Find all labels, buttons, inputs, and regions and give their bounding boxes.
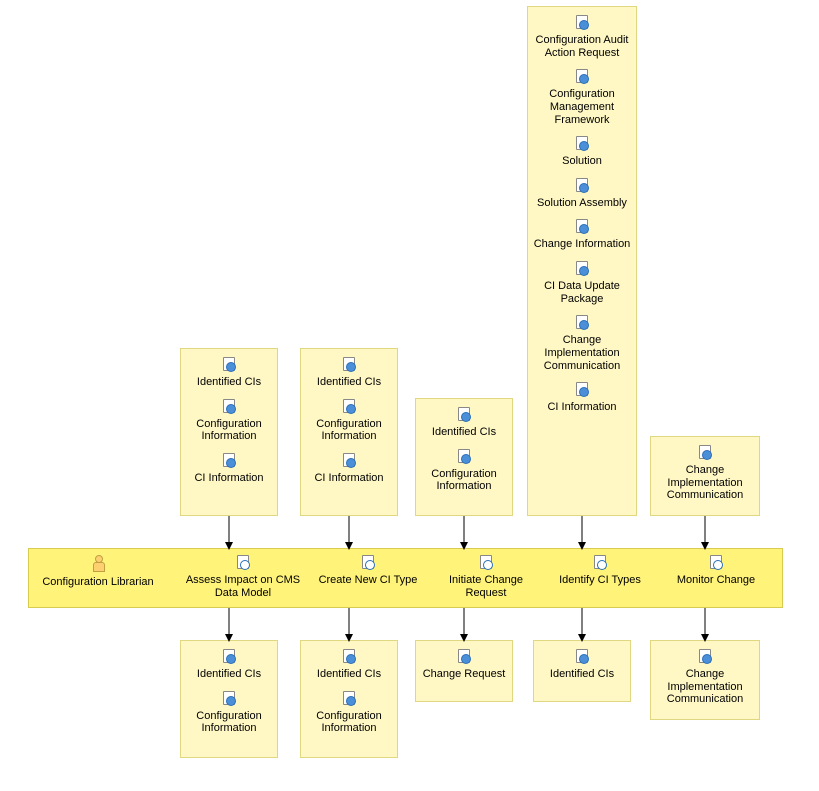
document-icon [576,261,588,275]
actor-cell: Configuration Librarian [33,555,163,589]
artifact: Configuration Information [303,399,395,443]
activity-initiate-change[interactable]: Initiate Change Request [427,555,545,599]
activity-assess[interactable]: Assess Impact on CMS Data Model [184,555,302,599]
output-col3: Change Request [415,640,513,702]
artifact: Identified CIs [418,407,510,439]
document-icon [343,399,355,413]
arrow [344,516,354,552]
activity-icon [480,555,492,569]
artifact: CI Information [530,382,634,414]
activity-icon [237,555,249,569]
artifact: Change Implementation Communication [530,315,634,372]
input-col3: Identified CIs Configuration Information [415,398,513,516]
artifact: CI Data Update Package [530,261,634,305]
document-icon [576,178,588,192]
artifact: Identified CIs [303,357,395,389]
activity-label: Create New CI Type [309,574,427,587]
document-icon [458,449,470,463]
document-icon [223,649,235,663]
document-icon [576,136,588,150]
artifact: Identified CIs [183,649,275,681]
input-col5: Change Implementation Communication [650,436,760,516]
arrow [700,516,710,552]
artifact: Configuration Information [183,691,275,735]
artifact: Change Request [418,649,510,681]
swimlane: Configuration Librarian Assess Impact on… [28,548,783,608]
document-icon [576,315,588,329]
document-icon [699,445,711,459]
document-icon [223,399,235,413]
actor-label: Configuration Librarian [33,576,163,589]
artifact: Solution Assembly [530,178,634,210]
document-icon [343,357,355,371]
document-icon [576,15,588,29]
arrow [577,516,587,552]
artifact: Solution [530,136,634,168]
activity-icon [594,555,606,569]
output-col5: Change Implementation Communication [650,640,760,720]
document-icon [576,219,588,233]
document-icon [223,453,235,467]
artifact: Configuration Information [183,399,275,443]
arrow [224,608,234,644]
arrow [459,608,469,644]
artifact: Configuration Management Framework [530,69,634,126]
document-icon [576,382,588,396]
activity-label: Assess Impact on CMS Data Model [184,574,302,599]
input-col4: Configuration Audit Action Request Confi… [527,6,637,516]
artifact: Identified CIs [303,649,395,681]
artifact: Identified CIs [183,357,275,389]
activity-create-ci-type[interactable]: Create New CI Type [309,555,427,587]
arrow [700,608,710,644]
document-icon [343,453,355,467]
document-icon [343,691,355,705]
arrow [344,608,354,644]
artifact: Configuration Audit Action Request [530,15,634,59]
output-col4: Identified CIs [533,640,631,702]
activity-label: Initiate Change Request [427,574,545,599]
input-col1: Identified CIs Configuration Information… [180,348,278,516]
document-icon [576,69,588,83]
actor-icon [91,555,105,571]
document-icon [223,357,235,371]
artifact: CI Information [183,453,275,485]
document-icon [223,691,235,705]
document-icon [343,649,355,663]
artifact: Configuration Information [418,449,510,493]
artifact: Change Implementation Communication [653,445,757,502]
activity-label: Identify CI Types [541,574,659,587]
activity-monitor-change[interactable]: Monitor Change [657,555,775,587]
arrow [224,516,234,552]
output-col1: Identified CIs Configuration Information [180,640,278,758]
output-col2: Identified CIs Configuration Information [300,640,398,758]
activity-icon [362,555,374,569]
document-icon [699,649,711,663]
input-col2: Identified CIs Configuration Information… [300,348,398,516]
artifact: CI Information [303,453,395,485]
artifact: Change Implementation Communication [653,649,757,706]
artifact: Change Information [530,219,634,251]
artifact: Identified CIs [536,649,628,681]
activity-icon [710,555,722,569]
artifact: Configuration Information [303,691,395,735]
document-icon [458,649,470,663]
activity-label: Monitor Change [657,574,775,587]
document-icon [458,407,470,421]
activity-identify-ci-types[interactable]: Identify CI Types [541,555,659,587]
document-icon [576,649,588,663]
arrow [577,608,587,644]
arrow [459,516,469,552]
